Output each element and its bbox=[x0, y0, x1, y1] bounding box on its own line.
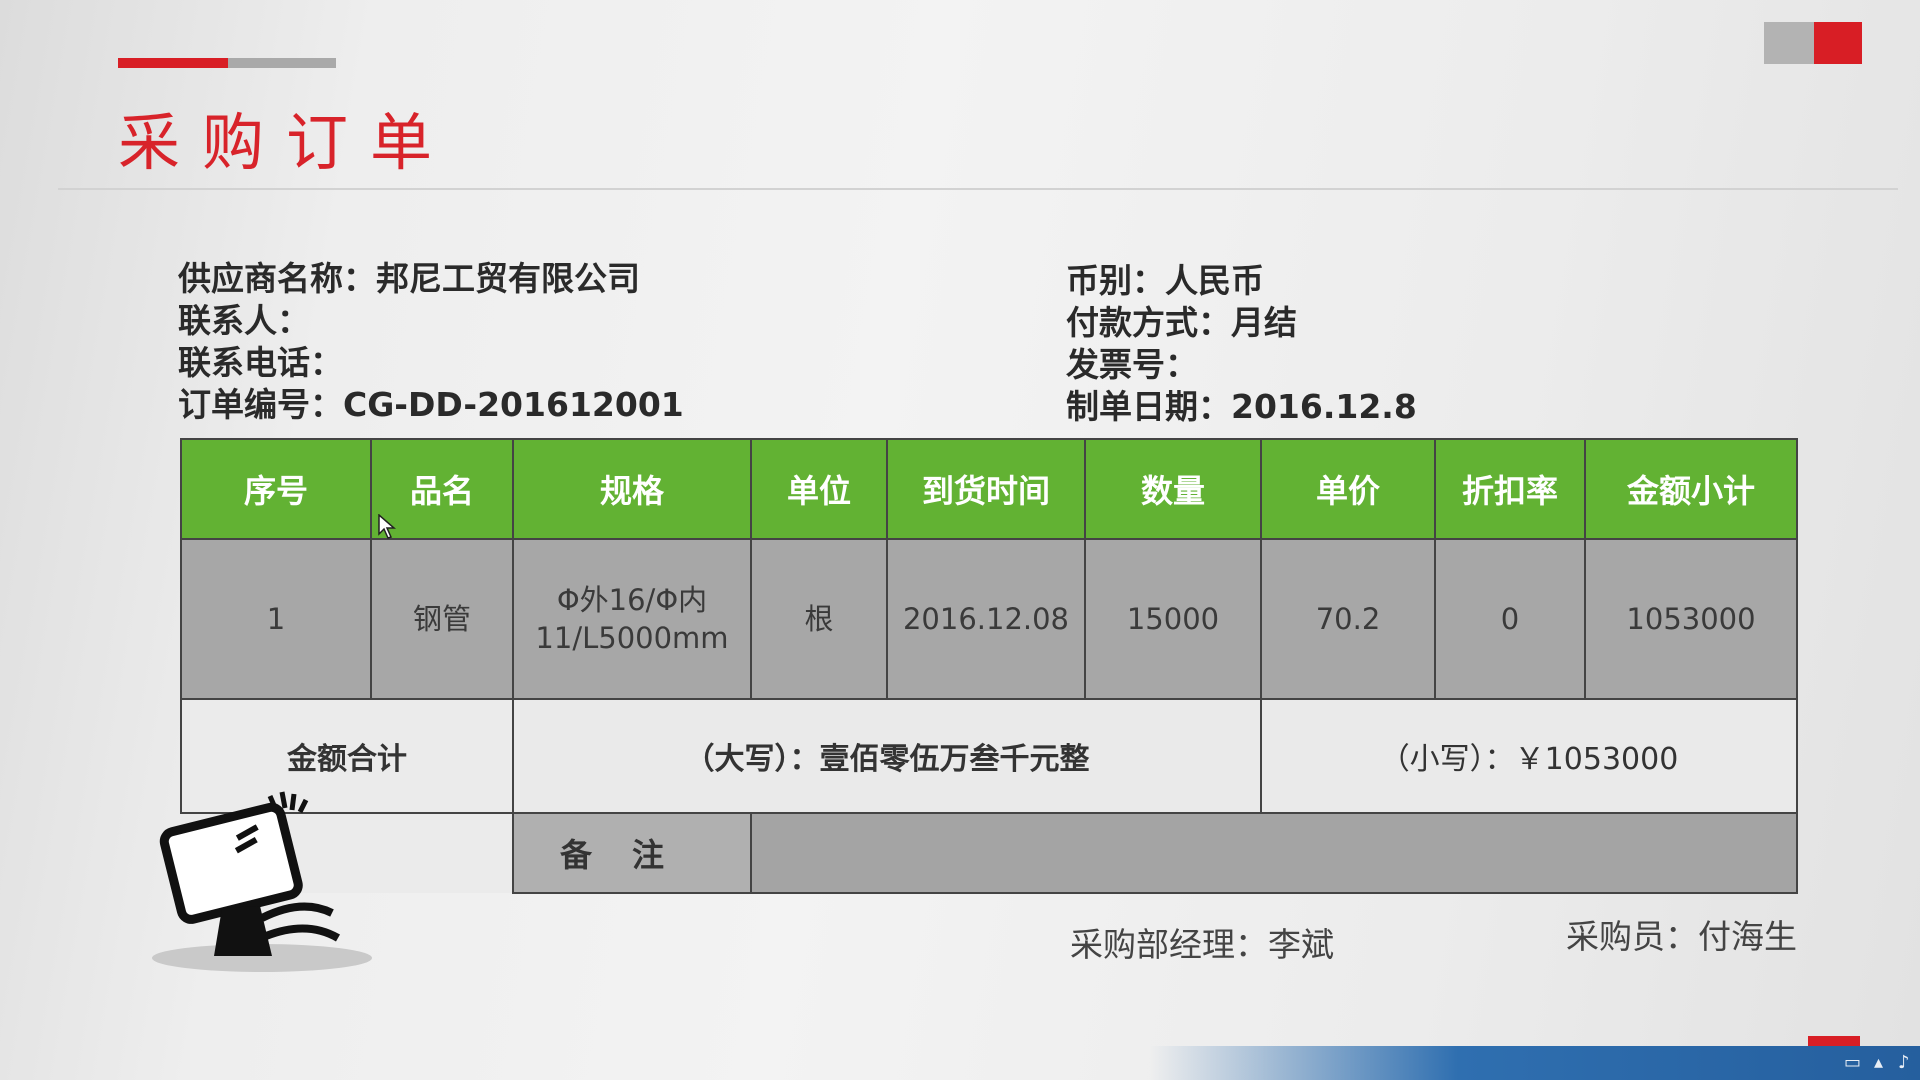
column-header: 序号 bbox=[180, 438, 372, 540]
cell-unit-price: 70.2 bbox=[1260, 538, 1436, 700]
payment-method: 付款方式：月结 bbox=[1066, 303, 1297, 342]
order-number: 订单编号：CG-DD-201612001 bbox=[178, 385, 684, 424]
cell-product-name: 钢管 bbox=[370, 538, 514, 700]
corner-red-block bbox=[1814, 22, 1862, 64]
order-info-left: 供应商名称：邦尼工贸有限公司 联系人： 联系电话： 订单编号：CG-DD-201… bbox=[178, 258, 684, 426]
cell-arrival-date: 2016.12.08 bbox=[886, 538, 1086, 700]
cell-index: 1 bbox=[180, 538, 372, 700]
column-header: 单位 bbox=[750, 438, 888, 540]
purchase-manager: 采购部经理：李斌 bbox=[1070, 925, 1334, 964]
tray-expand-icon[interactable]: ▴ bbox=[1874, 1052, 1883, 1073]
corner-gray-block bbox=[1764, 22, 1814, 64]
table-row: 1 钢管 Φ外16/Φ内 11/L5000mm 根 2016.12.08 150… bbox=[180, 538, 1798, 700]
column-header: 折扣率 bbox=[1434, 438, 1586, 540]
windows-taskbar[interactable] bbox=[1150, 1046, 1920, 1080]
supplier-name: 供应商名称：邦尼工贸有限公司 bbox=[178, 259, 640, 298]
tray-network-icon[interactable]: ▭ bbox=[1844, 1052, 1861, 1073]
total-amount-lower: （小写）：￥1053000 bbox=[1260, 698, 1798, 814]
currency: 币别：人民币 bbox=[1066, 261, 1264, 300]
remark-row: 备注 bbox=[181, 812, 1798, 894]
contact-phone: 联系电话： bbox=[178, 343, 343, 382]
column-header: 金额小计 bbox=[1584, 438, 1798, 540]
table-header-row: 序号 品名 规格 单位 到货时间 数量 单价 折扣率 金额小计 bbox=[180, 438, 1798, 540]
purchaser: 采购员：付海生 bbox=[1566, 917, 1797, 956]
invoice-number: 发票号： bbox=[1066, 345, 1198, 384]
order-info-right: 币别：人民币 付款方式：月结 发票号： 制单日期：2016.12.8 bbox=[1066, 260, 1417, 428]
total-amount-upper: （大写）：壹佰零伍万叁千元整 bbox=[512, 698, 1262, 814]
title-divider bbox=[58, 188, 1898, 190]
column-header: 数量 bbox=[1084, 438, 1262, 540]
page-title: 采购订单 bbox=[118, 106, 455, 179]
cell-discount: 0 bbox=[1434, 538, 1586, 700]
column-header: 单价 bbox=[1260, 438, 1436, 540]
cell-spec: Φ外16/Φ内 11/L5000mm bbox=[512, 538, 752, 700]
cell-subtotal: 1053000 bbox=[1584, 538, 1798, 700]
cell-quantity: 15000 bbox=[1084, 538, 1262, 700]
remark-label: 备注 bbox=[512, 812, 752, 894]
cell-unit: 根 bbox=[750, 538, 888, 700]
monitor-illustration-icon bbox=[152, 791, 372, 972]
mouse-cursor-icon bbox=[378, 514, 396, 539]
title-accent-gray-bar bbox=[228, 58, 336, 68]
remark-value bbox=[750, 812, 1798, 894]
contact-person: 联系人： bbox=[178, 301, 310, 340]
column-header: 到货时间 bbox=[886, 438, 1086, 540]
title-accent-red-bar bbox=[118, 58, 228, 68]
purchase-order-table: 序号 品名 规格 单位 到货时间 数量 单价 折扣率 金额小计 1 钢管 Φ外1… bbox=[180, 438, 1798, 894]
tray-volume-icon[interactable]: ♪ bbox=[1898, 1052, 1910, 1073]
taskbar-red-marker bbox=[1808, 1036, 1860, 1046]
total-row: 金额合计 （大写）：壹佰零伍万叁千元整 （小写）：￥1053000 bbox=[180, 698, 1798, 814]
column-header: 规格 bbox=[512, 438, 752, 540]
order-date: 制单日期：2016.12.8 bbox=[1066, 387, 1417, 426]
